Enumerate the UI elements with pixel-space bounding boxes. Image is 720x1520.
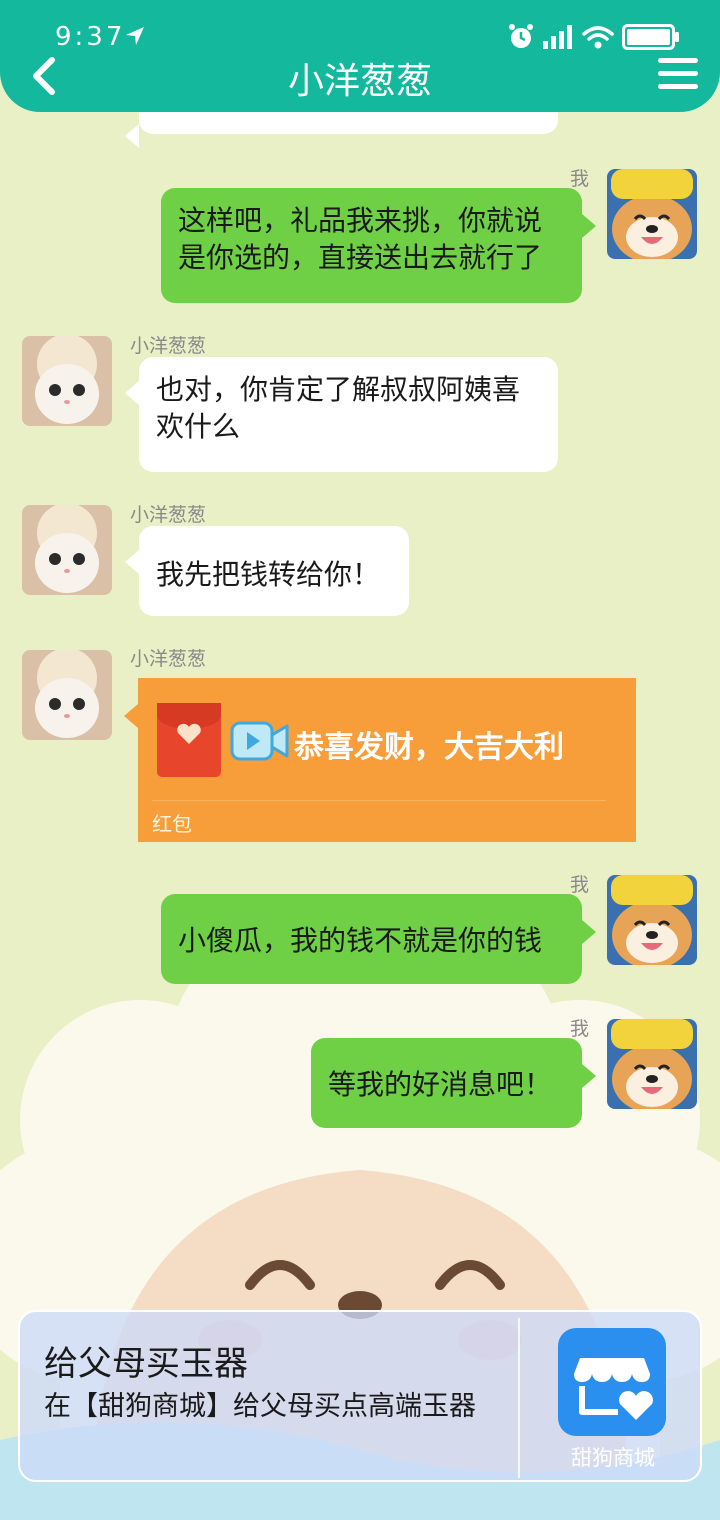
message-line: 我先把钱转给你！ xyxy=(156,558,381,591)
status-icons xyxy=(508,22,680,52)
message-line: 这样吧，礼品我来挑，你就说 xyxy=(178,204,543,237)
menu-bar xyxy=(658,58,698,63)
wifi-icon xyxy=(582,26,614,49)
sender-name: 小洋葱葱 xyxy=(130,648,207,670)
message-bubble[interactable]: 我先把钱转给你！ xyxy=(125,526,409,616)
message-line: 等我的好消息吧！ xyxy=(328,1068,553,1101)
sender-name: 小洋葱葱 xyxy=(130,504,207,526)
store-app-label: 甜狗商城 xyxy=(571,1446,655,1470)
red-packet-greeting: 恭喜发财，大吉大利 xyxy=(294,730,564,765)
store-app-button[interactable] xyxy=(558,1328,666,1436)
my-avatar[interactable] xyxy=(607,875,697,965)
sender-name: 我 xyxy=(570,874,590,896)
menu-button[interactable] xyxy=(658,58,698,94)
store-heart-icon xyxy=(574,1358,653,1420)
location-arrow-icon xyxy=(126,27,144,45)
app-header: 9:37 小洋葱葱 xyxy=(0,0,720,112)
alarm-icon xyxy=(509,24,533,48)
contact-avatar[interactable] xyxy=(22,650,112,740)
chat-area[interactable]: 我 这样吧，礼品我来挑，你就说 是你选的，直接送出去就行了 小洋葱葱 也对，你肯… xyxy=(0,0,720,1520)
red-packet-label: 红包 xyxy=(152,812,192,836)
my-avatar[interactable] xyxy=(607,1019,697,1109)
signal-icon xyxy=(543,25,572,49)
promo-title: 给父母买玉器 xyxy=(44,1344,248,1384)
message-line: 欢什么 xyxy=(156,410,241,443)
message-bubble[interactable]: 小傻瓜，我的钱不就是你的钱 xyxy=(161,894,596,984)
divider xyxy=(152,800,606,801)
message-bubble[interactable]: 也对，你肯定了解叔叔阿姨喜 欢什么 xyxy=(125,357,558,472)
message-line: 也对，你肯定了解叔叔阿姨喜 xyxy=(156,373,521,406)
message-bubble[interactable]: 这样吧，礼品我来挑，你就说 是你选的，直接送出去就行了 xyxy=(161,188,596,303)
video-camera-icon xyxy=(230,721,289,761)
message-line: 是你选的，直接送出去就行了 xyxy=(178,241,543,274)
chat-title: 小洋葱葱 xyxy=(287,61,432,102)
sender-name: 我 xyxy=(570,168,590,190)
message-line: 小傻瓜，我的钱不就是你的钱 xyxy=(178,924,543,957)
menu-bar xyxy=(658,71,698,76)
message-bubble[interactable]: 等我的好消息吧！ xyxy=(311,1038,596,1128)
promo-card[interactable]: 给父母买玉器 在【甜狗商城】给父母买点高端玉器 甜狗商城 xyxy=(18,1310,702,1482)
my-avatar[interactable] xyxy=(607,169,697,259)
battery-icon xyxy=(622,24,679,50)
contact-avatar[interactable] xyxy=(22,336,112,426)
divider xyxy=(518,1318,520,1478)
red-envelope-icon xyxy=(157,703,221,777)
red-packet-message[interactable]: 恭喜发财，大吉大利 红包 xyxy=(124,678,636,842)
promo-description: 在【甜狗商城】给父母买点高端玉器 xyxy=(44,1391,476,1422)
menu-bar xyxy=(658,84,698,89)
contact-avatar[interactable] xyxy=(22,505,112,595)
sender-name: 小洋葱葱 xyxy=(130,335,207,357)
sender-name: 我 xyxy=(570,1018,590,1040)
status-time: 9:37 xyxy=(55,22,126,52)
